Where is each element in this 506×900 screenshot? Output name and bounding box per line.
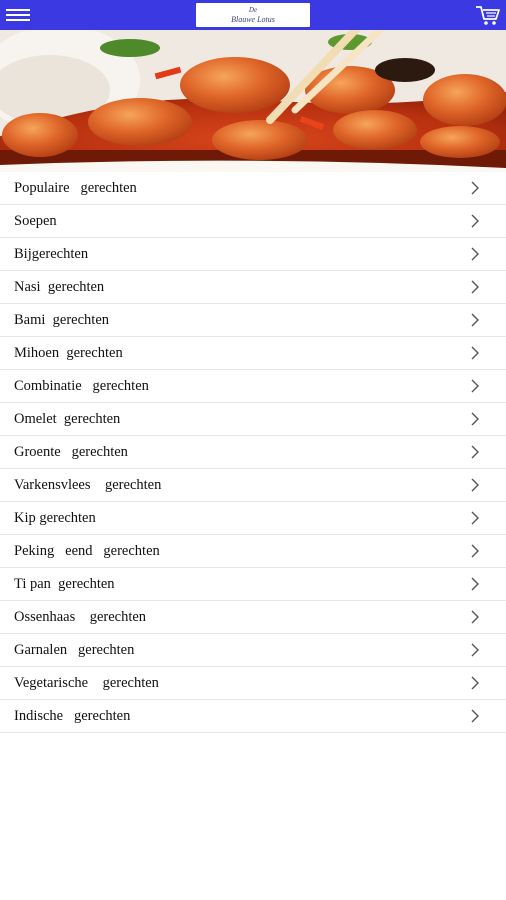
category-row[interactable]: Bami gerechten xyxy=(0,304,506,337)
category-row[interactable]: Garnalen gerechten xyxy=(0,634,506,667)
category-label: Combinatie gerechten xyxy=(14,378,149,394)
category-label: Nasi gerechten xyxy=(14,279,105,295)
category-row[interactable]: Combinatie gerechten xyxy=(0,370,506,403)
category-label: Mihoen gerechten xyxy=(14,345,123,361)
category-row[interactable]: Groente gerechten xyxy=(0,436,506,469)
category-row[interactable]: Ossenhaas gerechten xyxy=(0,601,506,634)
chevron-right-icon xyxy=(470,181,480,195)
category-row[interactable]: Bijgerechten xyxy=(0,238,506,271)
category-label: Bami gerechten xyxy=(14,312,110,328)
category-row[interactable]: Populaire gerechten xyxy=(0,172,506,205)
chevron-right-icon xyxy=(470,577,480,591)
chevron-right-icon xyxy=(470,346,480,360)
category-label: Ti pan gerechten xyxy=(14,576,115,592)
category-row[interactable]: Vegetarische gerechten xyxy=(0,667,506,700)
category-label: Peking eend gerechten xyxy=(14,543,160,559)
top-bar: De Blauwe Lotus xyxy=(0,0,506,30)
category-label: Varkensvlees gerechten xyxy=(14,477,162,493)
chevron-right-icon xyxy=(470,280,480,294)
chevron-right-icon xyxy=(470,313,480,327)
chevron-right-icon xyxy=(470,643,480,657)
category-label: Populaire gerechten xyxy=(14,180,137,196)
chevron-right-icon xyxy=(470,478,480,492)
category-label: Indische gerechten xyxy=(14,708,131,724)
category-row[interactable]: Ti pan gerechten xyxy=(0,568,506,601)
restaurant-logo: De Blauwe Lotus xyxy=(196,3,310,27)
category-label: Soepen xyxy=(14,213,57,229)
chevron-right-icon xyxy=(470,511,480,525)
hero-food-image xyxy=(0,30,506,172)
category-row[interactable]: Peking eend gerechten xyxy=(0,535,506,568)
chevron-right-icon xyxy=(470,709,480,723)
chevron-right-icon xyxy=(470,445,480,459)
category-row[interactable]: Kip gerechten xyxy=(0,502,506,535)
category-label: Vegetarische gerechten xyxy=(14,675,159,691)
chevron-right-icon xyxy=(470,379,480,393)
category-row[interactable]: Varkensvlees gerechten xyxy=(0,469,506,502)
shopping-cart-icon[interactable] xyxy=(474,4,502,26)
category-label: Kip gerechten xyxy=(14,510,96,526)
hamburger-menu-icon[interactable] xyxy=(6,6,32,24)
category-row[interactable]: Nasi gerechten xyxy=(0,271,506,304)
chevron-right-icon xyxy=(470,412,480,426)
category-label: Bijgerechten xyxy=(14,246,89,262)
category-row[interactable]: Indische gerechten xyxy=(0,700,506,733)
chevron-right-icon xyxy=(470,676,480,690)
category-label: Ossenhaas gerechten xyxy=(14,609,147,625)
category-row[interactable]: Mihoen gerechten xyxy=(0,337,506,370)
category-row[interactable]: Omelet gerechten xyxy=(0,403,506,436)
chevron-right-icon xyxy=(470,247,480,261)
logo-line2: Blauwe Lotus xyxy=(231,15,275,24)
chevron-right-icon xyxy=(470,214,480,228)
category-label: Groente gerechten xyxy=(14,444,128,460)
logo-line1: De xyxy=(248,6,258,14)
category-row[interactable]: Soepen xyxy=(0,205,506,238)
category-label: Omelet gerechten xyxy=(14,411,121,427)
category-label: Garnalen gerechten xyxy=(14,642,135,658)
chevron-right-icon xyxy=(470,610,480,624)
category-list: Populaire gerechten Soepen Bijgerechten Nas… xyxy=(0,172,506,733)
chevron-right-icon xyxy=(470,544,480,558)
